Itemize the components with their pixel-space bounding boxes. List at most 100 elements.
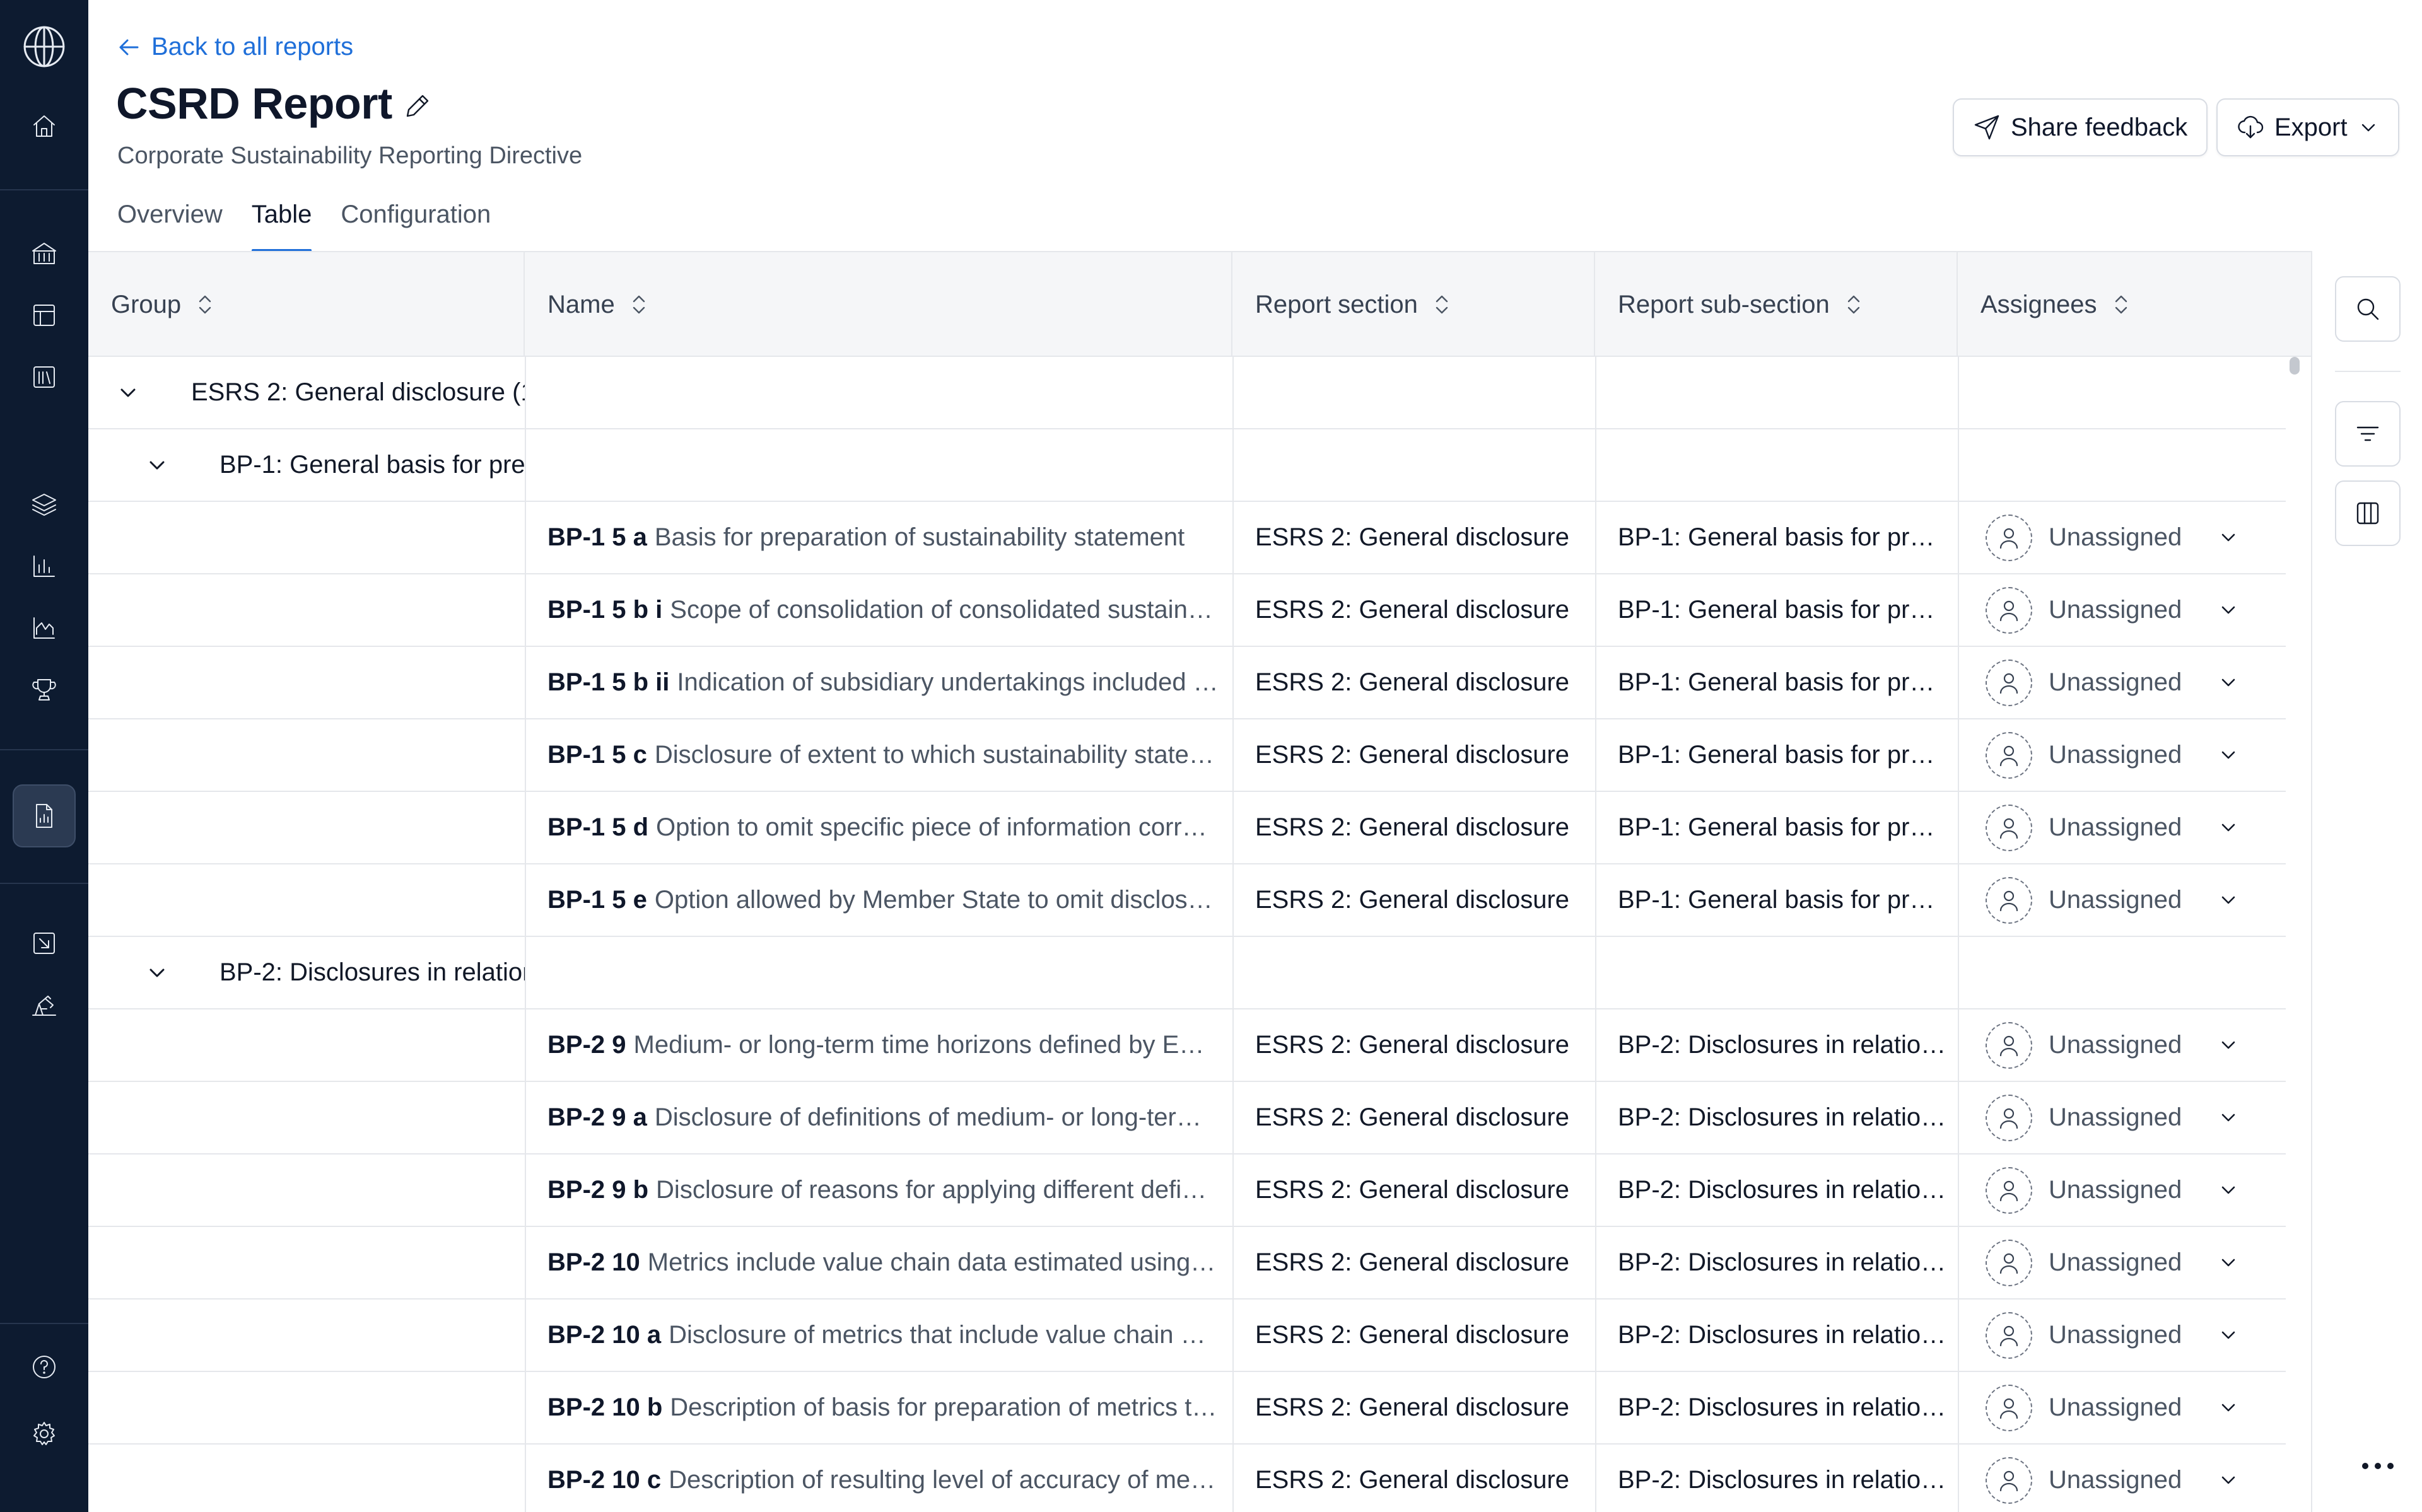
item-description: Description of basis for preparation of … <box>670 1393 1217 1421</box>
columns-button[interactable] <box>2335 480 2401 546</box>
item-code: BP-1 5 c <box>547 741 647 769</box>
item-name[interactable]: BP-2 10 b Description of basis for prepar… <box>547 1372 1219 1443</box>
assignee-select[interactable]: Unassigned <box>1986 1445 2288 1512</box>
tab-table[interactable]: Table <box>251 195 312 252</box>
page-title: CSRD Report <box>116 79 392 128</box>
filter-button[interactable] <box>2335 401 2401 467</box>
assignee-select[interactable]: Unassigned <box>1986 792 2288 863</box>
tab-overview[interactable]: Overview <box>117 195 223 252</box>
collapse-chevron-icon[interactable] <box>145 429 170 501</box>
import-icon[interactable] <box>13 912 76 975</box>
chevron-down-icon[interactable] <box>2217 1034 2240 1057</box>
item-name[interactable]: BP-1 5 a Basis for preparation of sustain… <box>547 502 1219 573</box>
chevron-down-icon[interactable] <box>2217 672 2240 694</box>
group-row[interactable]: BP-2: Disclosures in relation <box>88 937 2286 1009</box>
chevron-down-icon[interactable] <box>2217 599 2240 622</box>
column-header-report-sub-section[interactable]: Report sub-section <box>1595 252 1958 357</box>
help-icon[interactable] <box>13 1335 76 1399</box>
report-sub-section: BP-2: Disclosures in relatio… <box>1618 1321 1946 1349</box>
trophy-icon[interactable] <box>13 658 76 721</box>
column-header-name[interactable]: Name <box>525 252 1232 357</box>
table-row[interactable]: BP-1 5 b i Scope of consolidation of cons… <box>88 574 2286 647</box>
factory-icon[interactable] <box>13 974 76 1037</box>
item-name[interactable]: BP-2 9 Medium- or long-term time horizons… <box>547 1009 1219 1081</box>
column-header-assignees[interactable]: Assignees <box>1958 252 2311 357</box>
table-scrollbar[interactable] <box>2287 357 2302 1511</box>
bar-chart-icon[interactable] <box>13 535 76 598</box>
table-row[interactable]: BP-2 10 c Description of resulting level … <box>88 1445 2286 1512</box>
layers-icon[interactable] <box>13 473 76 536</box>
library-icon[interactable] <box>13 346 76 409</box>
group-row[interactable]: ESRS 2: General disclosure (14 <box>88 357 2286 429</box>
assignee-select[interactable]: Unassigned <box>1986 1154 2288 1226</box>
table-row[interactable]: BP-2 9 a Disclosure of definitions of med… <box>88 1082 2286 1154</box>
assignee-select[interactable]: Unassigned <box>1986 1372 2288 1443</box>
chevron-down-icon[interactable] <box>2217 1252 2240 1274</box>
chevron-down-icon[interactable] <box>2217 817 2240 839</box>
tab-configuration[interactable]: Configuration <box>341 195 491 252</box>
item-code: BP-1 5 b i <box>547 596 663 624</box>
table-row[interactable]: BP-2 9 Medium- or long-term time horizons… <box>88 1009 2286 1082</box>
item-name[interactable]: BP-2 10 c Description of resulting level … <box>547 1445 1219 1512</box>
table-row[interactable]: BP-1 5 a Basis for preparation of sustain… <box>88 502 2286 574</box>
assignee-label: Unassigned <box>2049 813 2182 841</box>
assignee-select[interactable]: Unassigned <box>1986 1227 2288 1298</box>
chevron-down-icon[interactable] <box>2217 1179 2240 1202</box>
assignee-label: Unassigned <box>2049 886 2182 914</box>
building-icon[interactable] <box>13 222 76 285</box>
column-header-report-section[interactable]: Report section <box>1232 252 1595 357</box>
area-chart-icon[interactable] <box>13 596 76 660</box>
export-button[interactable]: Export <box>2216 98 2399 156</box>
assignee-select[interactable]: Unassigned <box>1986 1082 2288 1153</box>
collapse-chevron-icon[interactable] <box>116 357 141 428</box>
item-name[interactable]: BP-2 10 Metrics include value chain data … <box>547 1227 1219 1298</box>
item-name[interactable]: BP-2 9 b Disclosure of reasons for applyi… <box>547 1154 1219 1226</box>
column-divider <box>1232 1300 1234 1372</box>
table-row[interactable]: BP-2 10 b Description of basis for prepar… <box>88 1372 2286 1445</box>
assignee-select[interactable]: Unassigned <box>1986 1009 2288 1081</box>
assignee-select[interactable]: Unassigned <box>1986 647 2288 718</box>
assignee-select[interactable]: Unassigned <box>1986 1300 2288 1371</box>
table-row[interactable]: BP-2 10 a Disclosure of metrics that incl… <box>88 1300 2286 1372</box>
item-name[interactable]: BP-1 5 b ii Indication of subsidiary unde… <box>547 647 1219 718</box>
edit-title-pencil-icon[interactable] <box>401 90 434 122</box>
group-row[interactable]: BP-1: General basis for prep <box>88 429 2286 502</box>
item-name[interactable]: BP-2 9 a Disclosure of definitions of med… <box>547 1082 1219 1153</box>
home-icon[interactable] <box>13 95 76 158</box>
globe-logo-icon[interactable] <box>13 15 76 78</box>
share-feedback-button[interactable]: Share feedback <box>1953 98 2208 156</box>
item-name[interactable]: BP-1 5 b i Scope of consolidation of cons… <box>547 574 1219 646</box>
item-name[interactable]: BP-1 5 e Option allowed by Member State t… <box>547 864 1219 936</box>
item-name[interactable]: BP-2 10 a Disclosure of metrics that incl… <box>547 1300 1219 1371</box>
table-row[interactable]: BP-1 5 d Option to omit specific piece of… <box>88 792 2286 864</box>
report-sub-section: BP-1: General basis for pr… <box>1618 741 1935 769</box>
chevron-down-icon[interactable] <box>2217 1324 2240 1347</box>
assignee-select[interactable]: Unassigned <box>1986 719 2288 791</box>
chevron-down-icon[interactable] <box>2217 744 2240 767</box>
chevron-down-icon[interactable] <box>2217 526 2240 549</box>
item-name[interactable]: BP-1 5 c Disclosure of extent to which su… <box>547 719 1219 791</box>
report-icon[interactable] <box>13 784 76 847</box>
chevron-down-icon[interactable] <box>2217 1397 2240 1419</box>
item-code: BP-1 5 b ii <box>547 668 670 696</box>
scrollbar-thumb[interactable] <box>2290 357 2300 375</box>
settings-icon[interactable] <box>13 1402 76 1465</box>
more-icon[interactable] <box>2359 1457 2397 1475</box>
assignee-select[interactable]: Unassigned <box>1986 864 2288 936</box>
item-name[interactable]: BP-1 5 d Option to omit specific piece of… <box>547 792 1219 863</box>
table-row[interactable]: BP-2 9 b Disclosure of reasons for applyi… <box>88 1154 2286 1227</box>
column-header-group[interactable]: Group <box>88 252 525 357</box>
assignee-select[interactable]: Unassigned <box>1986 502 2288 573</box>
chevron-down-icon[interactable] <box>2217 1107 2240 1129</box>
chevron-down-icon[interactable] <box>2217 1469 2240 1492</box>
table-row[interactable]: BP-2 10 Metrics include value chain data … <box>88 1227 2286 1300</box>
assignee-select[interactable]: Unassigned <box>1986 574 2288 646</box>
collapse-chevron-icon[interactable] <box>145 937 170 1008</box>
back-to-reports-link[interactable]: Back to all reports <box>117 33 353 61</box>
table-row[interactable]: BP-1 5 c Disclosure of extent to which su… <box>88 719 2286 792</box>
search-button[interactable] <box>2335 276 2401 342</box>
table-row[interactable]: BP-1 5 e Option allowed by Member State t… <box>88 864 2286 937</box>
table-icon[interactable] <box>13 284 76 347</box>
table-row[interactable]: BP-1 5 b ii Indication of subsidiary unde… <box>88 647 2286 719</box>
chevron-down-icon[interactable] <box>2217 889 2240 912</box>
